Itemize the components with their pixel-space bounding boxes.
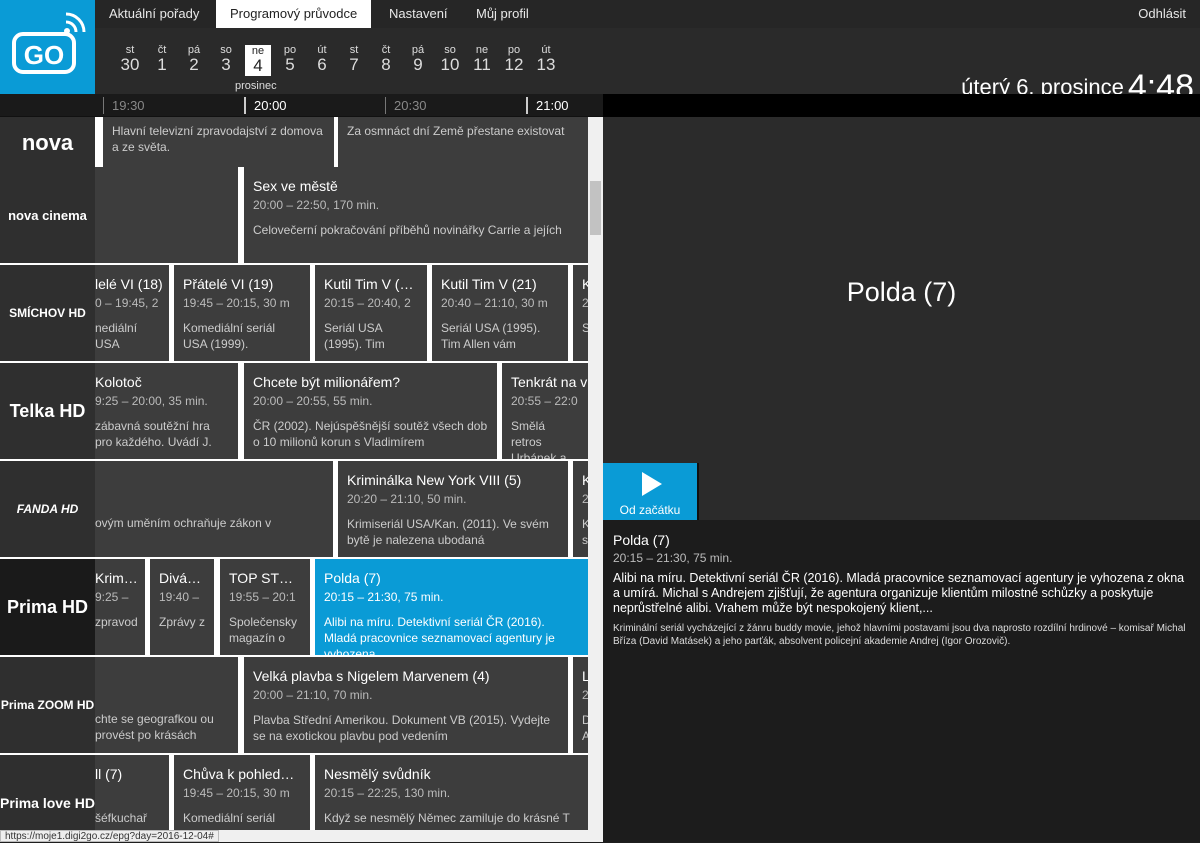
channel-logo[interactable]: Prima HD xyxy=(0,559,95,655)
channel-logo[interactable]: nova cinema xyxy=(0,167,95,263)
program-tile[interactable]: chte se geografkou ou provést po krásách xyxy=(95,657,238,753)
time-tick: 21:00 xyxy=(526,97,569,114)
play-button-label: Od začátku xyxy=(619,503,681,517)
svg-text:GO: GO xyxy=(24,40,64,70)
program-tile[interactable]: Přátelé VI (19) 19:45 – 20:15, 30 m Kome… xyxy=(174,265,310,361)
top-navigation: Aktuální pořady Programový průvodce Nast… xyxy=(95,0,1200,28)
time-tick: 19:30 xyxy=(103,97,145,114)
date-item[interactable]: út 13 xyxy=(531,44,561,74)
timeline: 19:30 20:00 20:30 21:00 xyxy=(0,94,603,117)
date-item[interactable]: út 6 xyxy=(307,44,337,74)
date-item[interactable]: čt 1 xyxy=(147,44,177,74)
date-item[interactable]: so 3 xyxy=(211,44,241,74)
tab-settings[interactable]: Nastavení xyxy=(375,0,462,28)
tab-my-profile[interactable]: Můj profil xyxy=(462,0,543,28)
status-bar-url: https://moje1.digi2go.cz/epg?day=2016-12… xyxy=(0,830,219,842)
channel-logo[interactable]: Prima love HD xyxy=(0,755,95,830)
channel-logo[interactable]: SMÍCHOV HD xyxy=(0,265,95,361)
controls-bar xyxy=(699,463,1200,520)
channel-row: SMÍCHOV HD lelé VI (18) 0 – 19:45, 2 ned… xyxy=(0,265,591,361)
date-selector: st 30 čt 1 pá 2 so 3 ne 4 po 5 út 6 st 7 čt 8 pá 9… xyxy=(95,28,1200,106)
program-tile[interactable] xyxy=(95,167,238,263)
detail-time: 20:15 – 21:30, 75 min. xyxy=(613,551,733,565)
tab-current-shows[interactable]: Aktuální pořady xyxy=(95,0,213,28)
date-item[interactable]: so 10 xyxy=(435,44,465,74)
date-item[interactable]: pá 9 xyxy=(403,44,433,74)
program-tile[interactable]: Sex ve městě 20:00 – 22:50, 170 min. Cel… xyxy=(244,167,588,263)
channel-row: nova cinema Sex ve městě 20:00 – 22:50, … xyxy=(0,167,588,263)
date-item[interactable]: pá 2 xyxy=(179,44,209,74)
video-preview[interactable]: Polda (7) xyxy=(603,117,1200,463)
program-tile[interactable]: Krim… 9:25 – zpravod xyxy=(95,559,145,655)
play-from-start-button[interactable]: Od začátku xyxy=(603,463,697,520)
time-tick: 20:30 xyxy=(385,97,427,114)
program-tile[interactable]: Velká plavba s Nigelem Marvenem (4) 20:0… xyxy=(244,657,568,753)
program-tile[interactable]: Nesmělý svůdník 20:15 – 22:25, 130 min. … xyxy=(315,755,588,830)
epg-grid: nova Hlavní televizní zpravodajství z do… xyxy=(0,117,603,830)
tab-program-guide[interactable]: Programový průvodce xyxy=(216,0,372,28)
preview-title: Polda (7) xyxy=(846,277,957,307)
channel-row: Prima HD Krim… 9:25 – zpravod Divá… 19:4… xyxy=(0,559,588,655)
program-tile[interactable]: Kriminálka New York VIII (5) 20:20 – 21:… xyxy=(338,461,568,557)
app-logo[interactable]: GO xyxy=(0,0,95,94)
program-tile[interactable]: Chcete být milionářem? 20:00 – 20:55, 55… xyxy=(244,363,497,459)
channel-row: Telka HD Kolotoč 9:25 – 20:00, 35 min. z… xyxy=(0,363,588,459)
program-tile[interactable]: Kolotoč 9:25 – 20:00, 35 min. zábavná so… xyxy=(95,363,238,459)
scrollbar-thumb[interactable] xyxy=(590,181,601,235)
date-item[interactable]: ne 11 xyxy=(467,44,497,74)
date-item[interactable]: st 30 xyxy=(115,44,145,74)
channel-logo[interactable]: FANDA HD xyxy=(0,461,95,557)
program-tile[interactable]: Chůva k pohled… 19:45 – 20:15, 30 m Kome… xyxy=(174,755,310,830)
program-tile[interactable]: Divá… 19:40 – Zprávy z xyxy=(150,559,214,655)
play-icon xyxy=(642,472,662,496)
detail-description: Alibi na míru. Detektivní seriál ČR (201… xyxy=(613,571,1185,615)
date-item[interactable]: čt 8 xyxy=(371,44,401,74)
program-tile[interactable]: Kutil Tim V (… 20:15 – 20:40, 2 Seriál U… xyxy=(315,265,427,361)
date-item[interactable]: st 7 xyxy=(339,44,369,74)
program-detail: Polda (7) 20:15 – 21:30, 75 min. Alibi n… xyxy=(603,520,1200,842)
program-tile[interactable]: ovým uměním ochraňuje zákon v xyxy=(95,461,333,557)
program-tile-selected[interactable]: Polda (7) 20:15 – 21:30, 75 min. Alibi n… xyxy=(315,559,588,655)
channel-row: FANDA HD ovým uměním ochraňuje zákon v K… xyxy=(0,461,591,557)
date-item[interactable]: po 12 xyxy=(499,44,529,74)
date-item[interactable]: po 5 xyxy=(275,44,305,74)
logout-link[interactable]: Odhlásit xyxy=(1138,0,1186,28)
channel-logo[interactable]: Prima ZOOM HD xyxy=(0,657,95,753)
time-tick: 20:00 xyxy=(244,97,287,114)
go-logo-icon: GO xyxy=(12,12,86,74)
vertical-scrollbar[interactable] xyxy=(588,117,603,830)
date-item-selected[interactable]: ne 4 xyxy=(245,45,271,76)
detail-extra: Kriminální seriál vycházející z žánru bu… xyxy=(613,623,1186,647)
program-tile[interactable]: Kutil Tim V (21) 20:40 – 21:10, 30 m Ser… xyxy=(432,265,568,361)
detail-title: Polda (7) xyxy=(613,532,670,548)
channel-logo[interactable]: Telka HD xyxy=(0,363,95,459)
month-label: prosinec xyxy=(235,80,277,92)
program-tile[interactable]: lelé VI (18) 0 – 19:45, 2 nediální USA xyxy=(95,265,169,361)
player-controls: Od začátku xyxy=(603,463,1200,520)
program-tile[interactable]: TOP ST… 19:55 – 20:1 Společensky magazín… xyxy=(220,559,310,655)
program-tile[interactable]: ll (7) šéfkuchař xyxy=(95,755,169,830)
channel-row: Prima love HD ll (7) šéfkuchař Chůva k p… xyxy=(0,755,588,830)
program-tile[interactable]: Tenkrát na v 20:55 – 22:0 Smělá retros U… xyxy=(502,363,588,459)
channel-row: Prima ZOOM HD chte se geografkou ou prov… xyxy=(0,657,591,753)
timeline-spacer xyxy=(603,94,1200,117)
